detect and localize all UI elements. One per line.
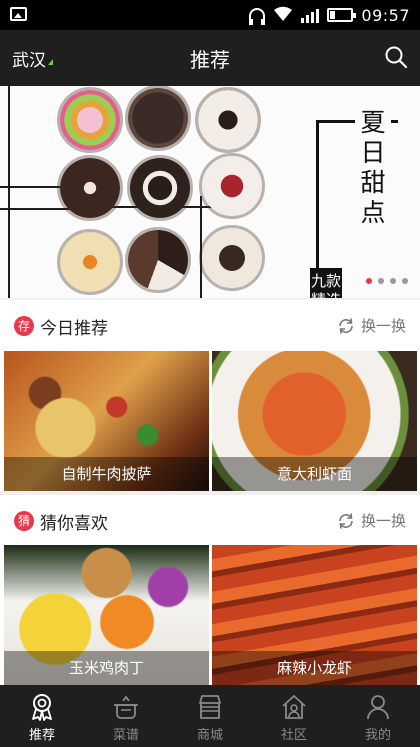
signal-icon [301, 7, 320, 23]
section-header-guess: 猜 猜你喜欢 换一换 [0, 495, 420, 547]
refresh-button[interactable]: 换一换 [337, 315, 406, 336]
cupcake-image [57, 229, 123, 295]
nav-label: 我的 [364, 728, 391, 743]
search-icon[interactable] [384, 45, 408, 69]
recipe-card[interactable]: 玉米鸡肉丁 [4, 545, 209, 685]
carousel-dots [366, 278, 408, 284]
section-badge: 存 [14, 316, 34, 336]
carousel-dot[interactable] [390, 278, 396, 284]
badge-ribbon-icon [32, 694, 52, 721]
nav-label: 商城 [196, 728, 223, 743]
cupcake-image [125, 86, 191, 151]
recipe-card[interactable]: 麻辣小龙虾 [212, 545, 417, 685]
store-icon [199, 695, 221, 719]
page-title: 推荐 [190, 48, 230, 72]
cupcake-image [57, 87, 123, 153]
nav-item-recipes[interactable]: 菜谱 [84, 685, 168, 747]
recipe-caption: 玉米鸡肉丁 [4, 651, 209, 685]
nav-item-community[interactable]: 社区 [252, 685, 336, 747]
refresh-icon [339, 317, 353, 334]
nav-item-store[interactable]: 商城 [168, 685, 252, 747]
refresh-icon [339, 512, 353, 529]
banner-headline: 夏日甜点 [355, 104, 391, 232]
nav-label: 社区 [280, 728, 307, 743]
nav-label: 菜谱 [112, 728, 139, 743]
card-row-guess: 玉米鸡肉丁 麻辣小龙虾 [0, 545, 420, 685]
recipe-caption: 麻辣小龙虾 [212, 651, 417, 685]
cupcake-image [127, 155, 193, 221]
section-header-today: 存 今日推荐 换一换 [0, 300, 420, 352]
pot-icon [114, 695, 138, 719]
section-badge: 猜 [14, 511, 34, 531]
section-title: 猜你喜欢 [40, 514, 108, 534]
community-house-icon [282, 695, 306, 719]
recipe-caption: 意大利虾面 [212, 457, 417, 491]
bottom-nav: 推荐 菜谱 商城 社区 我的 [0, 685, 420, 747]
wifi-icon [273, 5, 293, 25]
section-title: 今日推荐 [40, 319, 108, 339]
refresh-label: 换一换 [360, 317, 406, 335]
recipe-card[interactable]: 自制牛肉披萨 [4, 351, 209, 491]
cupcake-image [199, 153, 265, 219]
recipe-caption: 自制牛肉披萨 [4, 457, 209, 491]
nav-label: 推荐 [28, 728, 55, 743]
card-row-today: 自制牛肉披萨 意大利虾面 [0, 351, 420, 491]
clock: 09:57 [361, 5, 410, 25]
nav-item-profile[interactable]: 我的 [336, 685, 420, 747]
promo-banner[interactable]: 夏日甜点 九款精选 [0, 86, 420, 298]
refresh-button[interactable]: 换一换 [337, 510, 406, 531]
battery-icon [327, 8, 357, 22]
banner-decor-line [8, 86, 10, 298]
cupcake-image [199, 225, 265, 291]
nav-item-recommend[interactable]: 推荐 [0, 685, 84, 747]
refresh-label: 换一换 [360, 512, 406, 530]
cupcake-image [195, 87, 261, 153]
carousel-dot[interactable] [402, 278, 408, 284]
recipe-card[interactable]: 意大利虾面 [212, 351, 417, 491]
carousel-dot[interactable] [366, 278, 372, 284]
gallery-notification-icon [10, 7, 27, 21]
status-bar: 09:57 [0, 0, 420, 30]
headphones-icon [249, 8, 266, 25]
app-header: 武汉 推荐 [0, 30, 420, 86]
cupcake-image [57, 155, 123, 221]
cupcake-image [125, 227, 191, 293]
profile-icon [367, 695, 389, 720]
carousel-dot[interactable] [378, 278, 384, 284]
banner-subtitle: 九款精选 [310, 268, 342, 298]
